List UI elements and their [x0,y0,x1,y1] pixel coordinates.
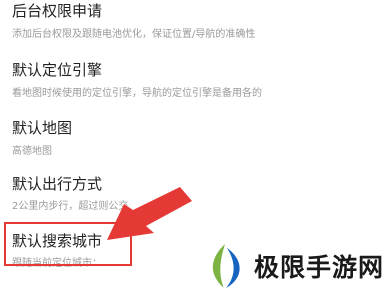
setting-description: 高德地图 [12,146,52,157]
setting-description: 添加后台权限及跟随电池优化，保证位置/导航的准确性 [12,29,256,40]
setting-default-location-engine[interactable]: 默认定位引擎 看地图时候使用的定位引擎，导航的定位引擎是备用各的 [0,52,392,110]
setting-default-travel-mode[interactable]: 默认出行方式 2公里内步行，超过则公交 [0,166,392,222]
leaf-logo-icon [212,244,240,289]
setting-title: 默认出行方式 [12,175,103,193]
setting-title: 默认地图 [12,119,73,137]
setting-default-map[interactable]: 默认地图 高德地图 [0,110,392,166]
setting-description: 看地图时候使用的定位引擎，导航的定位引擎是备用各的 [12,88,262,99]
watermark-text: 极限手游网 [254,253,385,282]
setting-title: 默认定位引擎 [12,61,103,79]
watermark: 极限手游网 [196,238,392,295]
setting-background-permission[interactable]: 后台权限申请 添加后台权限及跟随电池优化，保证位置/导航的准确性 [0,0,392,52]
setting-description: 2公里内步行，超过则公交 [12,201,129,212]
setting-title: 后台权限申请 [12,2,103,20]
highlight-box [4,222,132,266]
